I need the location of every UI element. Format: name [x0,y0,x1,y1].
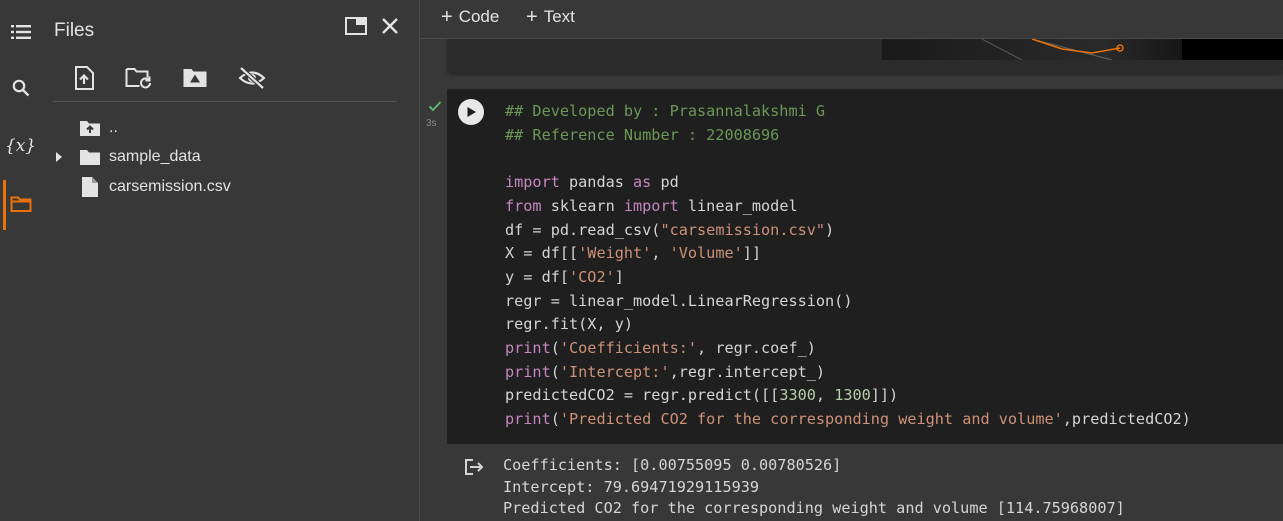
mount-drive-button[interactable] [181,64,209,92]
code-line: df = pd.read_csv("carsemission.csv") [505,220,835,239]
add-code-cell-button[interactable]: + Code [441,7,499,27]
code-line: print('Coefficients:', regr.coef_) [505,339,816,358]
code-line: regr = linear_model.LinearRegression() [505,291,853,310]
plus-icon: + [526,6,538,28]
activity-rail: {x} [0,0,41,521]
code-line: from sklearn import linear_model [505,196,798,215]
output-line: Intercept: 79.69471929115939 [503,477,760,496]
table-of-contents-button[interactable] [0,12,41,52]
folder-up-icon [80,121,100,136]
notebook-toolbar: + Code + Text [420,0,1283,39]
file-tree-item-parent[interactable]: .. [79,115,118,141]
chevron-right-icon[interactable] [55,152,65,162]
file-icon [82,177,98,197]
refresh-folder-icon [125,68,151,89]
upload-file-icon [75,66,94,90]
find-and-replace-button[interactable] [0,68,41,108]
plot-fragment-icon [981,39,1283,60]
check-icon [428,101,442,112]
file-tree-label: sample_data [109,148,201,165]
code-line: import pandas as pd [505,173,679,192]
output-line: Coefficients: [0.00755095 0.00780526] [503,456,842,474]
file-tree-item-carsemission[interactable]: carsemission.csv [81,174,231,200]
file-tree-label: carsemission.csv [109,178,231,195]
file-tree-label: .. [109,119,118,136]
add-text-cell-button[interactable]: + Text [526,7,575,27]
files-button[interactable] [0,184,41,224]
add-text-label: Text [543,7,575,26]
code-line: ## Reference Number : 22008696 [505,125,780,144]
folder-icon [80,150,100,165]
output-redirect-icon [465,459,484,475]
mount-drive-icon [183,69,207,87]
close-icon [382,18,398,34]
run-cell-button[interactable] [458,99,484,125]
search-icon [12,79,29,97]
upload-button[interactable] [70,64,98,92]
execution-time: 3s [426,118,437,129]
toggle-hidden-files-button[interactable] [238,64,266,92]
open-in-new-tab-icon [345,17,367,35]
code-line: X = df[['Weight', 'Volume']] [505,244,762,263]
output-actions-button[interactable] [464,458,484,481]
variables-button[interactable]: {x} [0,126,41,166]
notebook-area: + Code + Text 3s ## Developed by : Prasa… [420,0,1283,521]
code-line: regr.fit(X, y) [505,315,634,334]
code-line: ## Developed by : Prasannalakshmi G [505,102,826,120]
close-panel-button[interactable] [378,14,402,38]
list-icon [10,25,31,39]
cell-output: Coefficients: [0.00755095 0.00780526] In… [503,455,1125,520]
files-panel-title: Files [54,20,95,41]
code-line: predictedCO2 = regr.predict([[3300, 1300… [505,386,899,405]
code-editor[interactable]: ## Developed by : Prasannalakshmi G ## R… [505,100,1191,432]
file-tree-item-sample-data[interactable]: sample_data [55,144,201,170]
refresh-button[interactable] [125,64,153,92]
add-code-label: Code [458,7,500,26]
code-line: y = df['CO2'] [505,267,624,286]
hide-files-icon [238,67,266,89]
previous-cell-output-image [882,39,1283,60]
play-icon [467,107,476,117]
files-panel: Files .. sample_data carsemission.csv [41,0,420,521]
folder-icon [10,196,31,212]
variable-icon: {x} [4,136,37,156]
output-line: Predicted CO2 for the corresponding weig… [503,499,1125,517]
plus-icon: + [441,6,453,28]
code-line: print('Predicted CO2 for the correspondi… [505,410,1191,429]
toolbar-divider [53,101,397,102]
open-in-tab-button[interactable] [344,14,368,38]
code-line: print('Intercept:',regr.intercept_) [505,362,826,381]
